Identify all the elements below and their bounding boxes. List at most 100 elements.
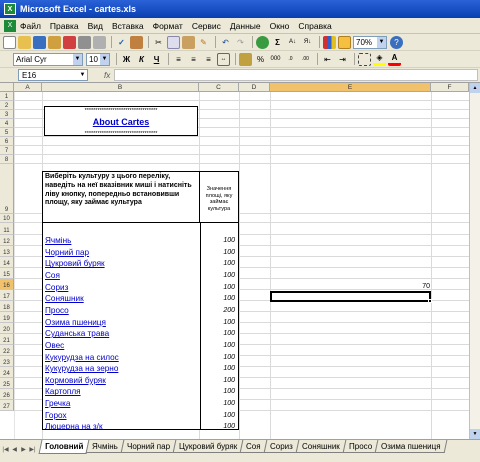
borders-icon[interactable] xyxy=(358,52,371,66)
crop-link[interactable]: Кукурудза на зерно xyxy=(45,364,118,373)
font-name-select[interactable]: Arial Cyr ▼ xyxy=(13,52,83,66)
crop-area-value[interactable]: 100 xyxy=(223,412,235,419)
row-header-14[interactable]: 14 xyxy=(0,257,14,268)
currency-icon[interactable] xyxy=(239,52,252,66)
row-header-16[interactable]: 16 xyxy=(0,279,14,290)
sheet-tab[interactable]: Озима пшениця xyxy=(374,440,447,453)
sheet-tab[interactable]: Чорний пар xyxy=(120,440,177,453)
crop-link[interactable]: Просо xyxy=(45,306,69,315)
cut-icon[interactable]: ✂ xyxy=(152,36,165,49)
crop-area-value[interactable]: 100 xyxy=(223,260,235,267)
row-header-22[interactable]: 22 xyxy=(0,345,14,356)
document-icon[interactable]: X xyxy=(4,19,16,32)
row-header-20[interactable]: 20 xyxy=(0,323,14,334)
chart-wizard-icon[interactable] xyxy=(323,35,336,49)
last-sheet-icon[interactable]: ▶| xyxy=(28,444,37,455)
align-left-icon[interactable]: ≡ xyxy=(172,53,185,66)
crop-link[interactable]: Чорний пар xyxy=(45,248,89,257)
sheet-tab[interactable]: Просо xyxy=(342,440,379,453)
selected-cell-e16[interactable] xyxy=(270,291,431,302)
column-header-d[interactable]: D xyxy=(239,83,270,92)
chevron-down-icon[interactable]: ▼ xyxy=(377,36,386,48)
paste-icon[interactable] xyxy=(182,35,195,49)
chevron-down-icon[interactable]: ▼ xyxy=(100,53,109,65)
help-icon[interactable]: ? xyxy=(390,35,403,49)
sheet-tab[interactable]: Сориз xyxy=(263,440,300,453)
row-header-9[interactable]: 9 xyxy=(0,164,14,214)
column-header-f[interactable]: F xyxy=(431,83,469,92)
crop-link[interactable]: Кормовий буряк xyxy=(45,376,106,385)
fx-icon[interactable]: fx xyxy=(104,71,110,80)
crop-area-value[interactable]: 100 xyxy=(223,330,235,337)
row-header-13[interactable]: 13 xyxy=(0,246,14,257)
menu-edit[interactable]: Правка xyxy=(50,21,79,31)
crop-link[interactable]: Люцерна на з/к xyxy=(45,422,103,429)
save-icon[interactable] xyxy=(33,35,46,49)
crop-link[interactable]: Озима пшениця xyxy=(45,318,106,327)
menu-insert[interactable]: Вставка xyxy=(112,21,144,31)
column-header-b[interactable]: B xyxy=(42,83,199,92)
row-header-25[interactable]: 25 xyxy=(0,378,14,389)
crop-area-value[interactable]: 100 xyxy=(223,377,235,384)
row-header-5[interactable]: 5 xyxy=(0,128,14,137)
crop-area-value[interactable]: 100 xyxy=(223,284,235,291)
row-header-11[interactable]: 11 xyxy=(0,223,14,235)
crop-area-value[interactable]: 100 xyxy=(223,237,235,244)
menu-help[interactable]: Справка xyxy=(298,21,331,31)
crop-link[interactable]: Кукурудза на силос xyxy=(45,353,119,362)
new-icon[interactable] xyxy=(3,35,16,49)
permission-icon[interactable] xyxy=(48,35,61,49)
bold-icon[interactable]: Ж xyxy=(120,53,133,66)
prev-sheet-icon[interactable]: ◀ xyxy=(10,444,19,455)
crop-link[interactable]: Ячмінь xyxy=(45,236,71,245)
vertical-scrollbar[interactable]: ▲ ▼ xyxy=(469,83,480,439)
redo-icon[interactable]: ↷ xyxy=(234,36,247,49)
row-header-19[interactable]: 19 xyxy=(0,312,14,323)
hyperlink-icon[interactable] xyxy=(256,35,269,49)
crop-link[interactable]: Соняшник xyxy=(45,294,84,303)
open-icon[interactable] xyxy=(18,35,31,49)
font-color-icon[interactable]: A xyxy=(388,53,401,66)
chevron-down-icon[interactable]: ▼ xyxy=(78,70,87,80)
column-header-a[interactable]: A xyxy=(14,83,42,92)
row-header-4[interactable]: 4 xyxy=(0,119,14,128)
italic-icon[interactable]: К xyxy=(135,53,148,66)
row-header-17[interactable]: 17 xyxy=(0,290,14,301)
crop-area-value[interactable]: 100 xyxy=(223,295,235,302)
align-right-icon[interactable]: ≡ xyxy=(202,53,215,66)
format-painter-icon[interactable]: ✎ xyxy=(197,36,210,49)
autosum-icon[interactable]: Σ xyxy=(271,36,284,49)
menu-file[interactable]: Файл xyxy=(20,21,41,31)
about-cartes-link[interactable]: About Cartes xyxy=(45,117,197,128)
sheet-tab[interactable]: Соняшник xyxy=(295,440,346,453)
crop-area-value[interactable]: 100 xyxy=(223,249,235,256)
corner-select-all[interactable] xyxy=(0,83,14,92)
row-header-8[interactable]: 8 xyxy=(0,155,14,164)
crop-area-value[interactable]: 100 xyxy=(223,272,235,279)
crop-area-value[interactable]: 100 xyxy=(223,388,235,395)
print-icon[interactable] xyxy=(78,35,91,49)
research-icon[interactable] xyxy=(130,35,143,49)
row-header-12[interactable]: 12 xyxy=(0,235,14,246)
sort-asc-icon[interactable]: A↓ xyxy=(286,36,299,49)
name-box[interactable]: E16 ▼ xyxy=(18,69,88,81)
crop-link[interactable]: Горох xyxy=(45,411,67,420)
drawing-icon[interactable] xyxy=(338,35,351,49)
row-header-6[interactable]: 6 xyxy=(0,137,14,146)
crop-area-value[interactable]: 100 xyxy=(223,342,235,349)
crop-link[interactable]: Картопля xyxy=(45,387,81,396)
row-header-1[interactable]: 1 xyxy=(0,92,14,101)
increase-decimal-icon[interactable]: .0 xyxy=(284,53,297,66)
menu-format[interactable]: Формат xyxy=(153,21,183,31)
menu-tools[interactable]: Сервис xyxy=(192,21,221,31)
menu-view[interactable]: Вид xyxy=(88,21,103,31)
row-header-15[interactable]: 15 xyxy=(0,268,14,279)
crop-link[interactable]: Сориз xyxy=(45,283,68,292)
scroll-up-icon[interactable]: ▲ xyxy=(470,83,480,93)
decrease-decimal-icon[interactable]: .00 xyxy=(299,53,312,66)
increase-indent-icon[interactable]: ⇥ xyxy=(336,53,349,66)
next-sheet-icon[interactable]: ▶ xyxy=(19,444,28,455)
crop-link[interactable]: Гречка xyxy=(45,399,70,408)
row-header-27[interactable]: 27 xyxy=(0,400,14,411)
row-header-2[interactable]: 2 xyxy=(0,101,14,110)
